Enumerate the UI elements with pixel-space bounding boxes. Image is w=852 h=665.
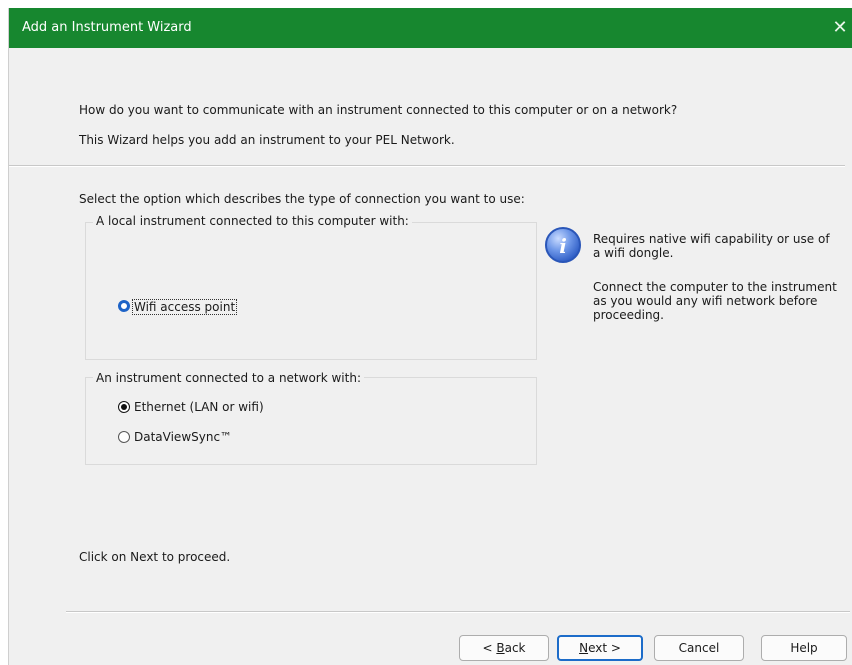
dataviewsync-radio[interactable] xyxy=(118,431,130,443)
info-icon: i xyxy=(545,227,581,263)
network-group-legend: An instrument connected to a network wit… xyxy=(93,371,364,385)
next-button[interactable]: Next > xyxy=(557,635,643,661)
wizard-dialog: Add an Instrument Wizard ✕ How do you wa… xyxy=(8,8,852,665)
wifi-access-point-radio[interactable] xyxy=(118,300,130,312)
connection-prompt: Select the option which describes the ty… xyxy=(79,192,525,206)
cancel-button[interactable]: Cancel xyxy=(654,635,744,661)
window-title: Add an Instrument Wizard xyxy=(22,20,192,35)
header-divider xyxy=(9,165,845,167)
info-line-5: proceeding. xyxy=(593,308,664,322)
dataviewsync-label[interactable]: DataViewSync™ xyxy=(134,430,232,444)
header-description: This Wizard helps you add an instrument … xyxy=(79,133,455,147)
help-button[interactable]: Help xyxy=(761,635,847,661)
back-button[interactable]: < Back xyxy=(459,635,549,661)
info-line-4: as you would any wifi network before xyxy=(593,294,818,308)
local-instrument-group xyxy=(85,222,537,360)
wifi-access-point-label[interactable]: Wifi access point xyxy=(131,299,238,315)
proceed-hint: Click on Next to proceed. xyxy=(79,550,231,564)
close-icon[interactable]: ✕ xyxy=(827,8,852,48)
local-group-legend: A local instrument connected to this com… xyxy=(93,214,412,228)
info-line-3: Connect the computer to the instrument xyxy=(593,280,837,294)
ethernet-radio[interactable] xyxy=(118,401,130,413)
network-instrument-group xyxy=(85,377,537,465)
info-line-2: a wifi dongle. xyxy=(593,246,674,260)
ethernet-label[interactable]: Ethernet (LAN or wifi) xyxy=(134,400,264,414)
info-line-1: Requires native wifi capability or use o… xyxy=(593,232,830,246)
header-question: How do you want to communicate with an i… xyxy=(79,103,678,117)
footer-divider xyxy=(66,611,850,613)
title-bar[interactable]: Add an Instrument Wizard ✕ xyxy=(9,8,852,48)
